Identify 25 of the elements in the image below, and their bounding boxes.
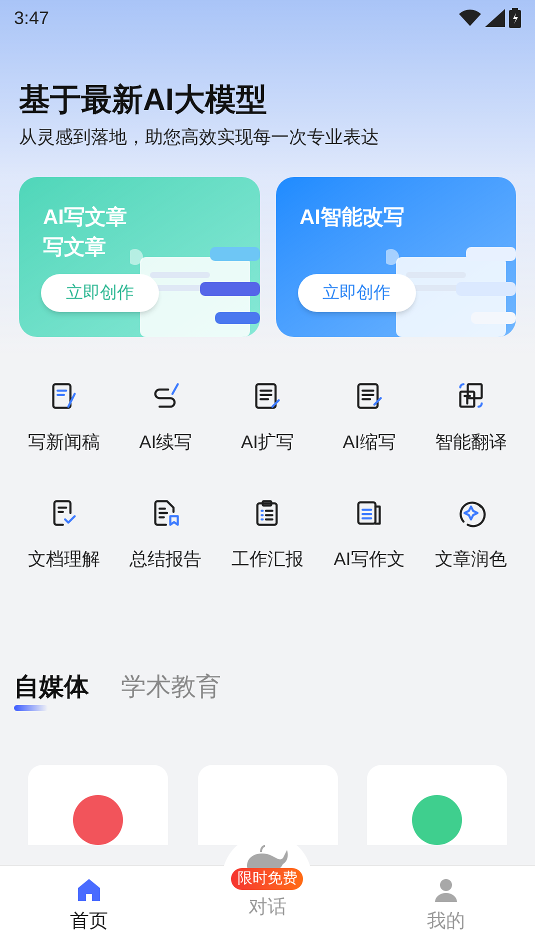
promo-badge: 限时免费 bbox=[231, 868, 304, 890]
battery-icon bbox=[509, 8, 521, 28]
tool-button[interactable]: 工作汇报 bbox=[216, 498, 318, 573]
banner-card[interactable]: AI智能改写 立即创作 bbox=[276, 177, 516, 337]
tool-button[interactable]: 写新闻稿 bbox=[13, 381, 115, 456]
create-button[interactable]: 立即创作 bbox=[298, 274, 416, 312]
nav-tab[interactable]: 首页 bbox=[0, 866, 178, 951]
template-card[interactable] bbox=[367, 764, 507, 844]
tool-button[interactable]: AI续写 bbox=[114, 381, 217, 456]
tool-button[interactable]: AI写作文 bbox=[318, 498, 420, 573]
wifi-icon bbox=[459, 9, 481, 27]
tool-button[interactable]: AI扩写 bbox=[216, 381, 318, 456]
page-title: 基于最新AI大模型 bbox=[19, 81, 268, 119]
banner-title: 写文章 bbox=[43, 236, 106, 259]
tool-button[interactable]: 总结报告 bbox=[114, 498, 217, 573]
tool-button[interactable]: 文档理解 bbox=[13, 498, 115, 573]
signal-icon bbox=[485, 9, 505, 27]
page-subtitle: 从灵感到落地，助您高效实现每一次专业表达 bbox=[19, 126, 380, 149]
tool-button[interactable]: 智能翻译 bbox=[420, 381, 522, 456]
banner-title: AI智能改写 bbox=[300, 206, 404, 229]
tool-button[interactable]: 文章润色 bbox=[420, 498, 522, 573]
banner-title: AI写文章 bbox=[43, 206, 127, 229]
status-time: 3:47 bbox=[14, 6, 50, 30]
tool-button[interactable]: AI缩写 bbox=[318, 381, 420, 456]
template-card[interactable] bbox=[28, 764, 168, 844]
